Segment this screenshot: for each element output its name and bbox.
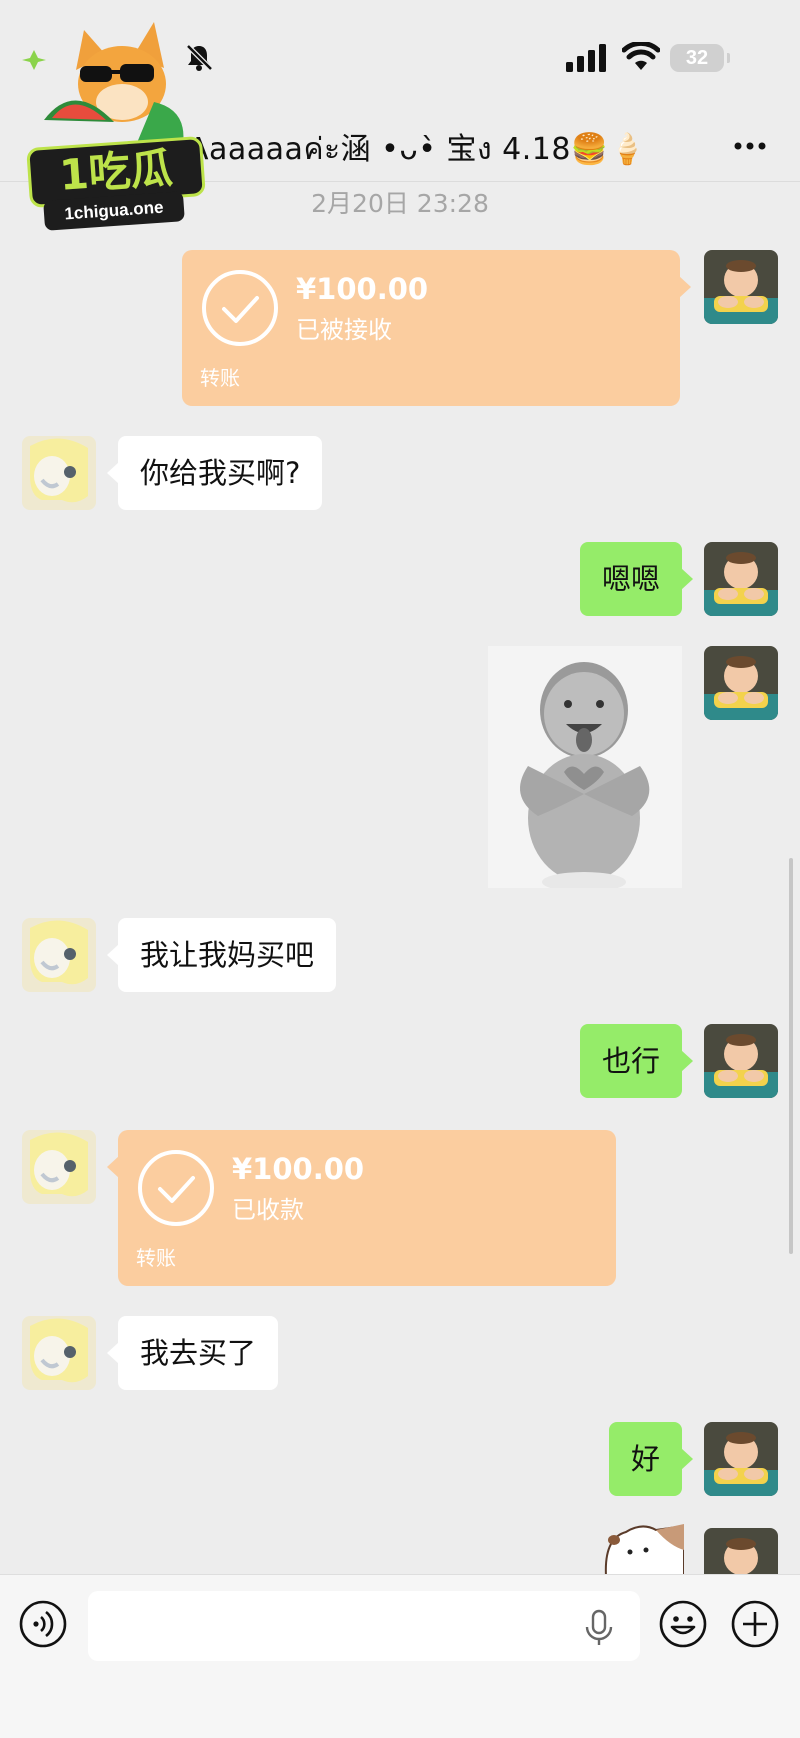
check-circle-icon [202, 270, 278, 346]
message-bubble[interactable]: 嗯嗯 [579, 542, 694, 616]
transfer-label: 转账 [136, 1246, 176, 1270]
my-avatar[interactable] [704, 542, 778, 616]
my-avatar[interactable] [704, 1422, 778, 1496]
my-avatar[interactable] [704, 1528, 778, 1574]
transfer-card[interactable]: ¥100.00 已被接收 转账 [182, 250, 691, 406]
baby-heart-sticker[interactable] [488, 646, 682, 888]
contact-avatar[interactable] [22, 436, 96, 510]
transfer-card[interactable]: ¥100.00 已收款 转账 [107, 1130, 616, 1286]
microphone-icon[interactable] [584, 1609, 614, 1647]
message-bubble[interactable]: 好 [608, 1422, 694, 1496]
battery-indicator: 32 [670, 44, 730, 72]
cellular-signal-icon [566, 44, 606, 72]
wifi-icon [622, 42, 660, 70]
more-options-icon[interactable] [730, 128, 770, 164]
transfer-status: 已被接收 [296, 316, 392, 344]
message-bubble[interactable]: 也行 [579, 1024, 694, 1098]
contact-name[interactable]: Aaaaaaค่ะ涵 •ᴗ•̀ 宝ง 4.18🍔🍦 [188, 124, 647, 173]
contact-avatar[interactable] [22, 1130, 96, 1204]
message-bubble[interactable]: 你给我买啊? [106, 436, 323, 510]
input-bar [0, 1574, 800, 1738]
transfer-label: 转账 [200, 366, 240, 390]
message-input[interactable] [88, 1591, 640, 1661]
contact-avatar[interactable] [22, 918, 96, 992]
message-timestamp: 2月20日 23:28 [311, 189, 489, 218]
transfer-amount: ¥100.00 [296, 272, 429, 306]
contact-avatar[interactable] [22, 1316, 96, 1390]
cartoon-sticker-partial[interactable] [600, 1520, 684, 1576]
message-bubble[interactable]: 我去买了 [106, 1316, 279, 1390]
my-avatar[interactable] [704, 1024, 778, 1098]
voice-mode-icon[interactable] [18, 1599, 68, 1649]
transfer-status: 已收款 [232, 1196, 304, 1224]
check-circle-icon [138, 1150, 214, 1226]
transfer-amount: ¥100.00 [232, 1152, 365, 1186]
message-bubble[interactable]: 我让我妈买吧 [106, 918, 337, 992]
emoji-icon[interactable] [658, 1599, 708, 1649]
plus-icon[interactable] [730, 1599, 780, 1649]
my-avatar[interactable] [704, 646, 778, 720]
scrollbar-thumb[interactable] [789, 858, 793, 1254]
my-avatar[interactable] [704, 250, 778, 324]
